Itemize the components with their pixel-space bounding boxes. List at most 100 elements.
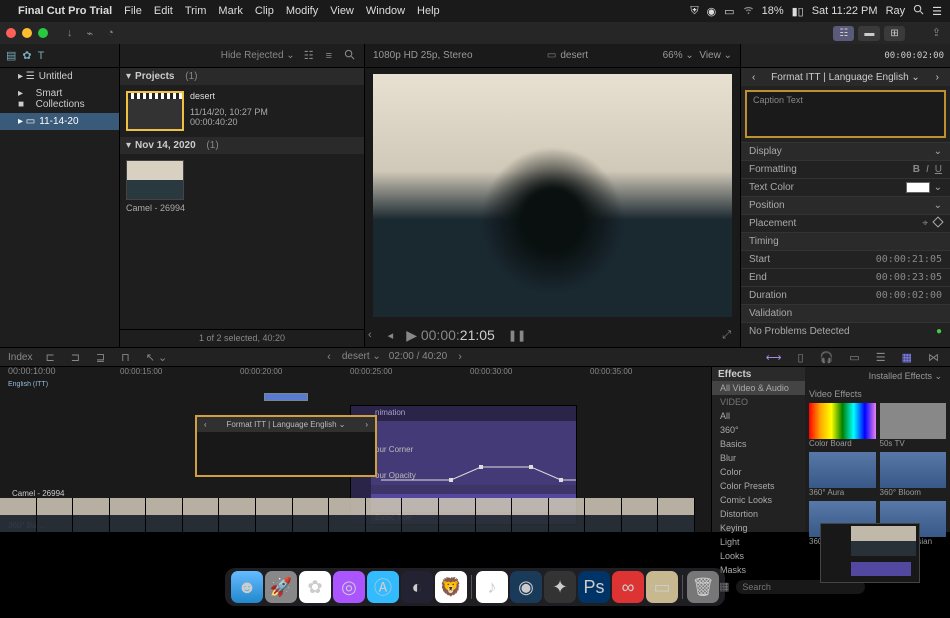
menu-file[interactable]: File [124, 5, 142, 17]
filmstrip-icon[interactable]: ☷ [301, 49, 317, 62]
menu-clip[interactable]: Clip [255, 5, 274, 17]
installed-effects[interactable]: Installed Effects ⌄ [869, 371, 942, 385]
minimize-window[interactable] [22, 28, 32, 38]
color-swatch[interactable] [906, 182, 930, 193]
fullscreen-icon[interactable]: ⤢ [719, 329, 734, 342]
clip-thumb-camel[interactable] [126, 160, 184, 200]
fx-cat-blur[interactable]: Blur [712, 451, 805, 465]
timeline-index-button[interactable]: Index [8, 352, 32, 363]
fx-cat-looks[interactable]: Looks [712, 549, 805, 563]
duration-row[interactable]: Duration00:00:02:00 [741, 286, 950, 304]
menu-help[interactable]: Help [417, 5, 440, 17]
formatting-row[interactable]: FormattingB I U [741, 160, 950, 178]
role-title[interactable]: Format ITT | Language English ⌄ [210, 420, 363, 429]
menu-mark[interactable]: Mark [218, 5, 242, 17]
viewer-canvas[interactable] [373, 74, 732, 317]
fx-cat-color[interactable]: Color [712, 465, 805, 479]
list-icon[interactable]: ≡ [323, 50, 335, 62]
timeline-project-name[interactable]: desert ⌄ [342, 351, 381, 363]
dock-ps[interactable]: Ps [578, 571, 610, 603]
role-next[interactable]: › [362, 420, 371, 429]
pause-icon[interactable]: ❚❚ [505, 329, 529, 342]
role-prev[interactable]: ‹ [201, 420, 210, 429]
play-back-icon[interactable]: ◂ [385, 329, 397, 342]
caption-text-field[interactable]: Caption Text [745, 90, 946, 138]
projects-section[interactable]: ▾ Projects (1) [120, 68, 364, 85]
dock-photos[interactable]: ✿ [299, 571, 331, 603]
menu-edit[interactable]: Edit [154, 5, 173, 17]
snapping-icon[interactable]: ⟷ [763, 351, 785, 364]
fx-cat-masks[interactable]: Masks [712, 563, 805, 577]
menu-window[interactable]: Window [366, 5, 405, 17]
browser-search-icon[interactable] [341, 49, 358, 63]
text-color-row[interactable]: Text Color⌄ [741, 178, 950, 196]
viewer-zoom[interactable]: 66% ⌄ [663, 50, 694, 61]
caption-prev[interactable]: ‹ [747, 72, 760, 83]
clip-appearance-icon[interactable]: ☰ [873, 351, 889, 364]
fx-cat-comic[interactable]: Comic Looks [712, 493, 805, 507]
project-thumb-desert[interactable] [126, 91, 184, 131]
fx-cat-all2[interactable]: All [712, 409, 805, 423]
caption-format[interactable]: Format ITT | Language English ⌄ [760, 72, 930, 83]
skimming-icon[interactable]: ▯ [795, 351, 807, 364]
effect-thumb[interactable] [880, 452, 947, 488]
fx-cat-360[interactable]: 360° [712, 423, 805, 437]
photos-sidebar-icon[interactable]: ✿ [22, 49, 31, 62]
timeline-history-back[interactable]: ‹ [324, 351, 334, 363]
fx-cat-all[interactable]: All Video & Audio [712, 381, 805, 395]
effects-browser-icon[interactable]: ▦ [899, 351, 915, 364]
cloud-icon[interactable]: ◉ [707, 5, 717, 18]
user-name[interactable]: Ray [886, 5, 906, 17]
fx-cat-light[interactable]: Light [712, 535, 805, 549]
hide-rejected[interactable]: Hide Rejected ⌄ [221, 50, 295, 61]
timeline-tracks[interactable]: 00:00:10:00 00:00:15:00 00:00:20:00 00:0… [0, 367, 712, 532]
background-tasks-icon[interactable]: ◔ [104, 27, 117, 39]
dock-brave[interactable]: 🦁 [435, 571, 467, 603]
fx-cat-basics[interactable]: Basics [712, 437, 805, 451]
dock-music[interactable]: ♪ [476, 571, 508, 603]
pip-preview[interactable] [820, 523, 920, 583]
dock-finder[interactable]: ☻ [231, 571, 263, 603]
dock-edge[interactable]: ◉ [510, 571, 542, 603]
primary-storyline[interactable] [0, 498, 695, 532]
end-row[interactable]: End00:00:23:05 [741, 268, 950, 286]
fx-cat-distortion[interactable]: Distortion [712, 507, 805, 521]
shield-icon[interactable]: ⛨ [690, 5, 698, 18]
layout-3[interactable]: ⊞ [884, 26, 904, 41]
dock-launchpad[interactable]: 🚀 [265, 571, 297, 603]
clock[interactable]: Sat 11:22 PM [812, 5, 878, 17]
caption-clip[interactable] [264, 393, 308, 401]
battery-icon[interactable]: ▮▯ [792, 5, 804, 18]
insert-clip-icon[interactable]: ⊐ [68, 351, 83, 364]
connect-clip-icon[interactable]: ⊏ [42, 351, 57, 364]
audio-skim-icon[interactable]: 🎧 [817, 351, 837, 364]
dock-trash[interactable]: 🗑 [687, 571, 719, 603]
overwrite-clip-icon[interactable]: ⊓ [118, 351, 133, 364]
effect-thumb[interactable] [809, 403, 876, 439]
display-header[interactable]: Display⌄ [741, 142, 950, 160]
caption-role-popup[interactable]: ‹ Format ITT | Language English ⌄ › [195, 415, 377, 477]
timecode-display[interactable]: ▶ 00:00:21:05 [406, 327, 495, 344]
dock-preview[interactable]: ▭ [646, 571, 678, 603]
dock-appstore[interactable]: Ⓐ [367, 571, 399, 603]
position-header[interactable]: Position⌄ [741, 196, 950, 214]
control-center-icon[interactable]: ☰ [932, 5, 942, 18]
import-icon[interactable]: ↓ [64, 27, 76, 39]
layout-2[interactable]: ▬ [858, 26, 880, 41]
effect-thumb[interactable] [809, 452, 876, 488]
arrow-tool-icon[interactable]: ↖ ⌄ [143, 351, 171, 364]
transitions-browser-icon[interactable]: ⋈ [925, 351, 942, 364]
dock-fcp[interactable]: ✦ [544, 571, 576, 603]
solo-icon[interactable]: ▭ [846, 351, 862, 364]
menu-modify[interactable]: Modify [286, 5, 318, 17]
search-icon[interactable] [913, 4, 924, 18]
keyword-icon[interactable]: ⌁ [84, 27, 97, 40]
dock-cc[interactable]: ∞ [612, 571, 644, 603]
menu-view[interactable]: View [330, 5, 354, 17]
menu-trim[interactable]: Trim [185, 5, 207, 17]
dock-steam[interactable]: ◐ [401, 571, 433, 603]
keyframe-icon[interactable] [932, 216, 943, 227]
libraries-icon[interactable]: ▤ [6, 49, 16, 62]
effect-thumb[interactable] [880, 403, 947, 439]
append-clip-icon[interactable]: ⊒ [93, 351, 108, 364]
